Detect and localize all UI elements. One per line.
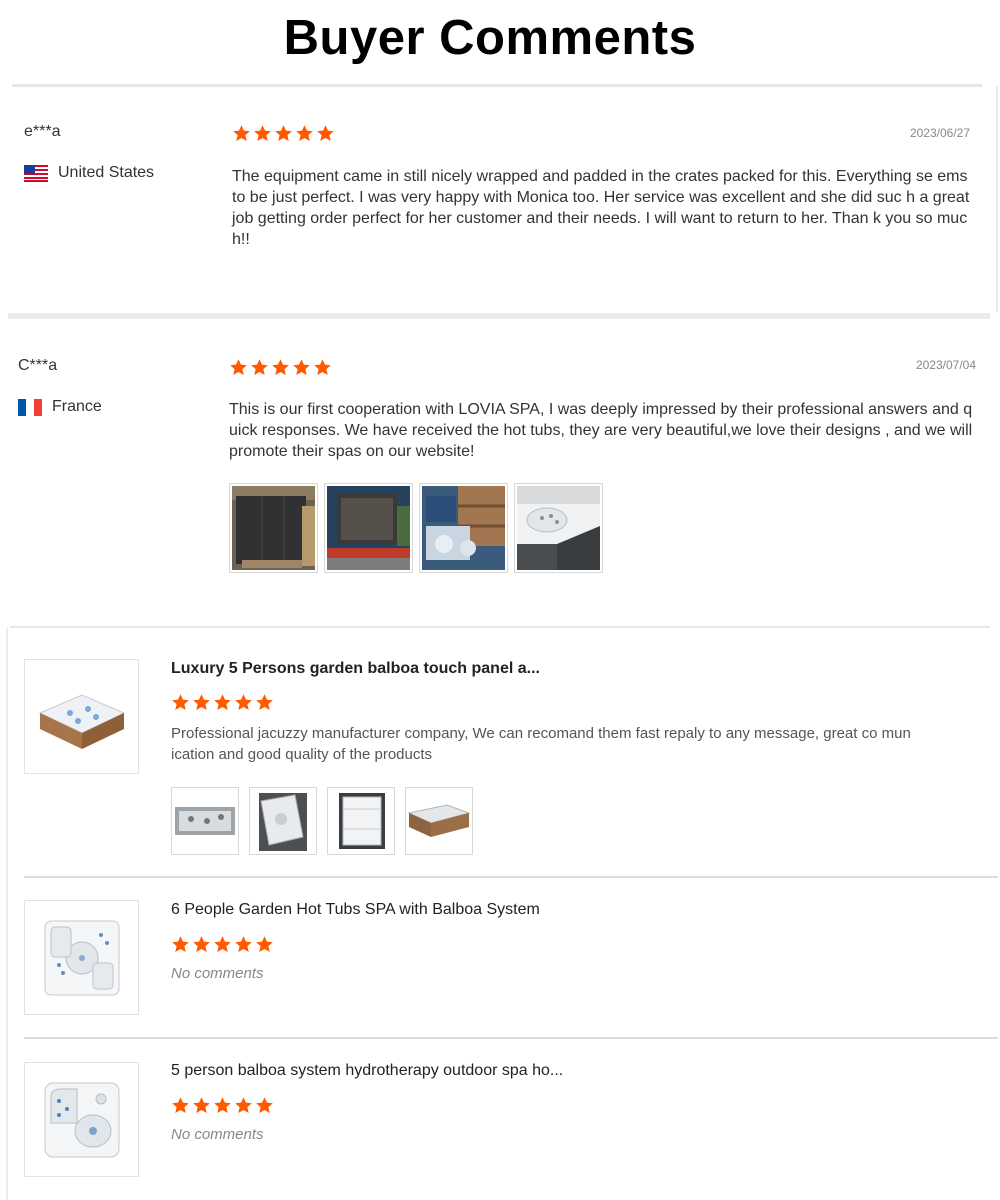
divider [8, 313, 990, 319]
star-icon [172, 694, 189, 711]
reviewer-country: France [18, 398, 102, 416]
review-photo-thumbnail[interactable] [405, 787, 473, 855]
star-icon [235, 694, 252, 711]
review-photo-thumbnail[interactable] [514, 483, 603, 573]
reviewer-name: C***a [18, 357, 58, 374]
country-name: United States [58, 164, 155, 181]
star-icon [193, 694, 210, 711]
star-icon [275, 125, 292, 142]
star-icon [317, 125, 334, 142]
product-title[interactable]: Luxury 5 Persons garden balboa touch pan… [171, 660, 540, 678]
star-icon [235, 936, 252, 953]
star-icon [251, 359, 268, 376]
review-photo-thumbnail[interactable] [249, 787, 317, 855]
star-icon [296, 125, 313, 142]
divider [10, 626, 990, 628]
star-icon [293, 359, 310, 376]
reviewer-country: United States [24, 164, 154, 182]
star-icon [256, 694, 273, 711]
review-photo-thumbnail[interactable] [327, 787, 395, 855]
review-date: 2023/06/27 [909, 126, 970, 140]
no-comments-text: No comments [171, 965, 264, 982]
star-icon [314, 359, 331, 376]
star-icon [256, 936, 273, 953]
review-photos [229, 483, 603, 573]
product-title[interactable]: 5 person balboa system hydrotherapy outd… [171, 1062, 563, 1080]
star-icon [214, 1097, 231, 1114]
no-comments-text: No comments [171, 1126, 264, 1143]
us-flag-icon [24, 164, 48, 182]
review-photo-thumbnail[interactable] [171, 787, 239, 855]
rating-stars [229, 358, 332, 377]
review-date: 2023/07/04 [915, 358, 976, 372]
star-icon [254, 125, 271, 142]
rating-stars [171, 693, 274, 712]
product-image[interactable] [24, 1062, 139, 1177]
divider [24, 876, 998, 878]
product-image[interactable] [24, 900, 139, 1015]
country-name: France [52, 398, 102, 415]
review-text: This is our first cooperation with LOVIA… [229, 401, 973, 460]
rating-stars [171, 1096, 274, 1115]
divider [12, 84, 982, 87]
star-icon [233, 125, 250, 142]
reviewer-name: e***a [24, 123, 61, 140]
divider [6, 628, 8, 1200]
product-title[interactable]: 6 People Garden Hot Tubs SPA with Balboa… [171, 901, 540, 919]
star-icon [193, 1097, 210, 1114]
rating-stars [232, 124, 335, 143]
rating-stars [171, 935, 274, 954]
review-photo-thumbnail[interactable] [229, 483, 318, 573]
france-flag-icon [18, 398, 42, 416]
star-icon [172, 1097, 189, 1114]
review-text: The equipment came in still nicely wrapp… [232, 168, 970, 248]
star-icon [235, 1097, 252, 1114]
divider [24, 1037, 998, 1039]
star-icon [214, 936, 231, 953]
review-photos [171, 787, 473, 855]
product-image[interactable] [24, 659, 139, 774]
review-photo-thumbnail[interactable] [324, 483, 413, 573]
star-icon [172, 936, 189, 953]
star-icon [256, 1097, 273, 1114]
divider [996, 86, 998, 312]
star-icon [214, 694, 231, 711]
product-comment: Professional jacuzzy manufacturer compan… [171, 725, 911, 763]
star-icon [193, 936, 210, 953]
star-icon [272, 359, 289, 376]
review-photo-thumbnail[interactable] [419, 483, 508, 573]
page-title: Buyer Comments [283, 11, 697, 65]
star-icon [230, 359, 247, 376]
